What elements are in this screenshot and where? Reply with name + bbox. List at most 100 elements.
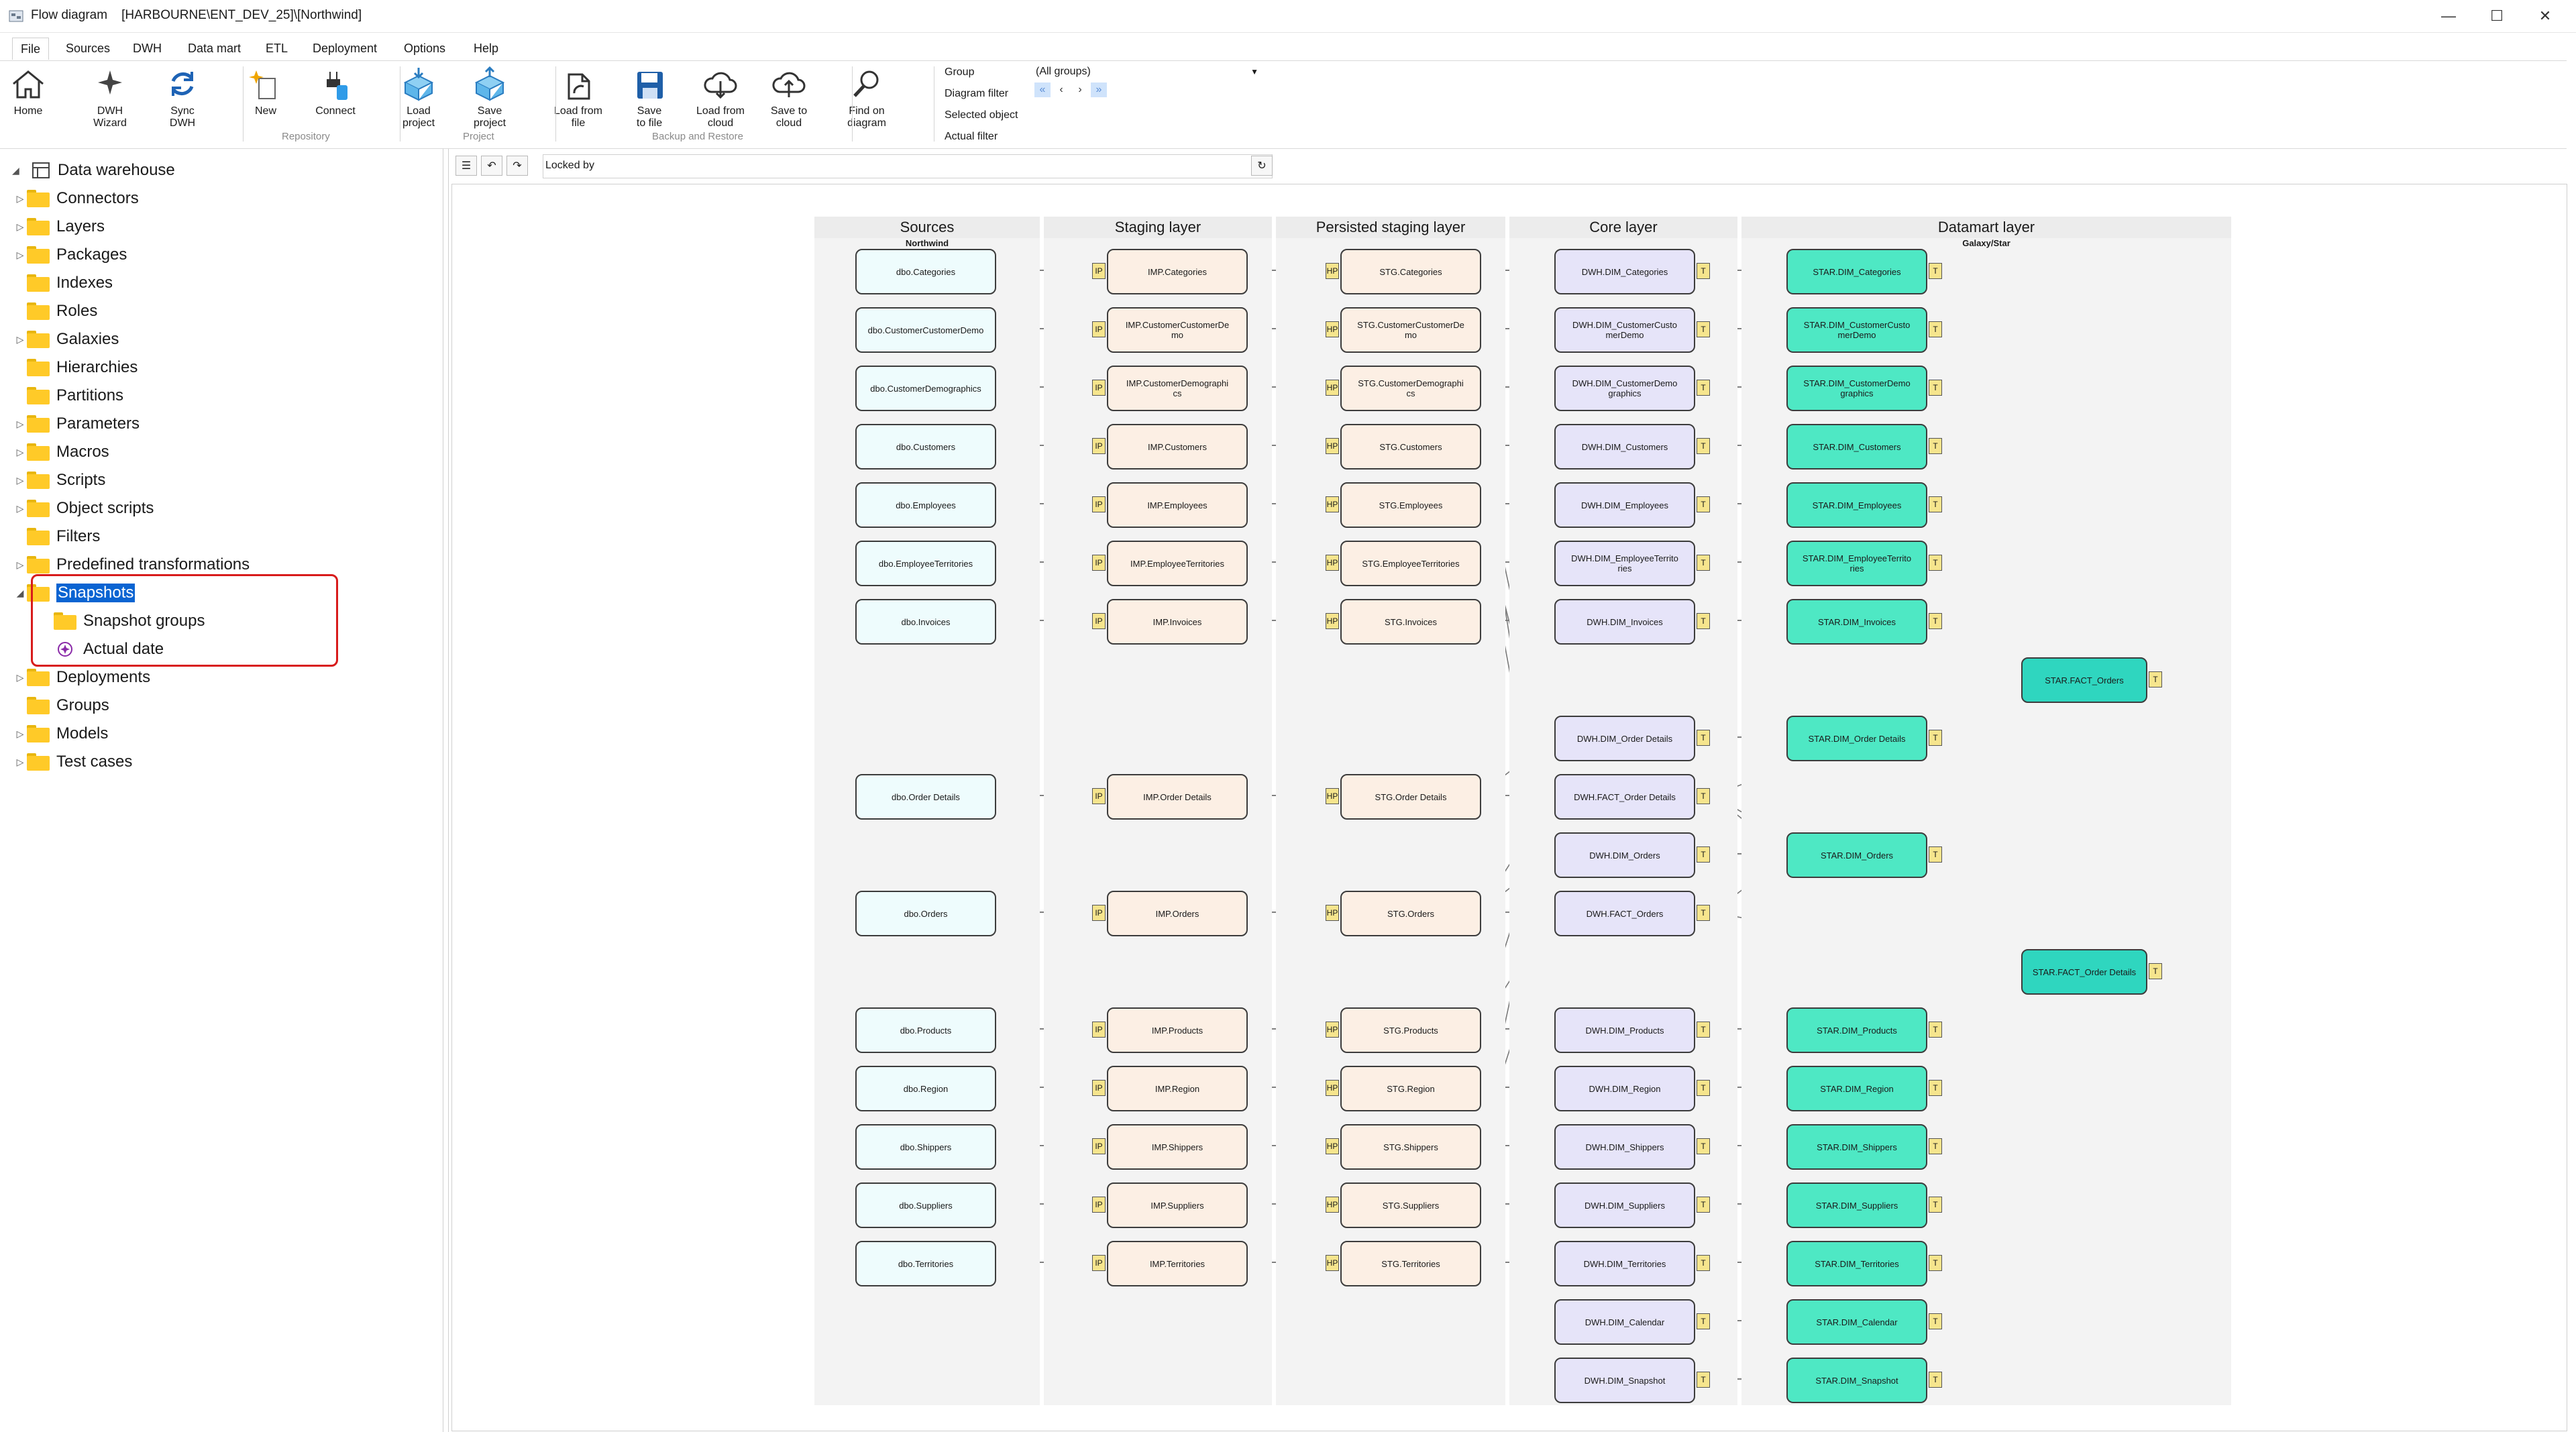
node-src[interactable]: dbo.EmployeeTerritories — [855, 541, 996, 586]
node-star[interactable]: STAR.DIM_Shippers — [1786, 1124, 1927, 1170]
node-stg[interactable]: STG.Products — [1340, 1007, 1481, 1053]
node-stg[interactable]: STG.Territories — [1340, 1241, 1481, 1286]
redo-icon[interactable]: ↷ — [506, 156, 528, 176]
collapse-icon[interactable]: ◢ — [12, 165, 25, 176]
refresh-icon[interactable]: ↻ — [1251, 156, 1273, 176]
node-dwh[interactable]: DWH.DIM_Orders — [1554, 832, 1695, 878]
node-src[interactable]: dbo.Territories — [855, 1241, 996, 1286]
node-dwh[interactable]: DWH.DIM_Categories — [1554, 249, 1695, 294]
tree-item-layers[interactable]: ▷ Layers — [0, 213, 443, 241]
node-dwh[interactable]: DWH.DIM_Region — [1554, 1066, 1695, 1111]
node-dwh[interactable]: DWH.DIM_Order Details — [1554, 716, 1695, 761]
node-star[interactable]: STAR.DIM_Territories — [1786, 1241, 1927, 1286]
node-stg[interactable]: STG.CustomerCustomerDe mo — [1340, 307, 1481, 353]
node-src[interactable]: dbo.Categories — [855, 249, 996, 294]
expand-icon[interactable]: ▷ — [13, 334, 27, 345]
tree-item-connectors[interactable]: ▷ Connectors — [0, 184, 443, 213]
tree-item-parameters[interactable]: ▷ Parameters — [0, 410, 443, 438]
expand-icon[interactable]: ▷ — [13, 672, 27, 683]
node-imp[interactable]: IMP.Territories — [1107, 1241, 1248, 1286]
node-stg[interactable]: STG.Invoices — [1340, 599, 1481, 645]
node-star[interactable]: STAR.DIM_Orders — [1786, 832, 1927, 878]
ribbon-button-sync[interactable]: Sync DWH — [156, 66, 209, 129]
node-stg[interactable]: STG.EmployeeTerritories — [1340, 541, 1481, 586]
menu-sources[interactable]: Sources — [58, 38, 118, 59]
undo-icon[interactable]: ↶ — [481, 156, 502, 176]
locked-by-field[interactable] — [543, 154, 1273, 178]
node-dwh[interactable]: DWH.FACT_Orders — [1554, 891, 1695, 936]
filter-nav-button[interactable]: » — [1091, 82, 1107, 97]
node-stg[interactable]: STG.CustomerDemographi cs — [1340, 366, 1481, 411]
expand-icon[interactable]: ▷ — [13, 221, 27, 233]
expand-icon[interactable]: ▷ — [13, 193, 27, 205]
node-src[interactable]: dbo.Orders — [855, 891, 996, 936]
node-star[interactable]: STAR.DIM_EmployeeTerrito ries — [1786, 541, 1927, 586]
menu-help[interactable]: Help — [466, 38, 506, 59]
ribbon-button-save-cloud[interactable]: Save to cloud — [762, 66, 816, 129]
node-src[interactable]: dbo.Suppliers — [855, 1182, 996, 1228]
node-stg[interactable]: STG.Shippers — [1340, 1124, 1481, 1170]
node-dwh[interactable]: DWH.DIM_Territories — [1554, 1241, 1695, 1286]
tree-item-filters[interactable]: Filters — [0, 522, 443, 551]
node-src[interactable]: dbo.Order Details — [855, 774, 996, 820]
tree-item-deployments[interactable]: ▷ Deployments — [0, 663, 443, 692]
tree-item-roles[interactable]: Roles — [0, 297, 443, 325]
node-src[interactable]: dbo.Region — [855, 1066, 996, 1111]
node-star[interactable]: STAR.DIM_Customers — [1786, 424, 1927, 470]
node-imp[interactable]: IMP.Shippers — [1107, 1124, 1248, 1170]
node-stg[interactable]: STG.Categories — [1340, 249, 1481, 294]
node-dwh[interactable]: DWH.FACT_Order Details — [1554, 774, 1695, 820]
node-imp[interactable]: IMP.Categories — [1107, 249, 1248, 294]
menu-file[interactable]: File — [12, 38, 50, 60]
ribbon-button-wizard[interactable]: DWH Wizard — [83, 66, 137, 129]
expand-icon[interactable]: ▷ — [13, 419, 27, 430]
node-imp[interactable]: IMP.Employees — [1107, 482, 1248, 528]
node-dwh[interactable]: DWH.DIM_Snapshot — [1554, 1358, 1695, 1403]
ribbon-button-save-project[interactable]: Save project — [463, 66, 517, 129]
node-dwh[interactable]: DWH.DIM_Products — [1554, 1007, 1695, 1053]
expand-icon[interactable]: ▷ — [13, 757, 27, 768]
node-stg[interactable]: STG.Orders — [1340, 891, 1481, 936]
node-stg[interactable]: STG.Order Details — [1340, 774, 1481, 820]
node-imp[interactable]: IMP.CustomerDemographi cs — [1107, 366, 1248, 411]
expand-icon[interactable]: ▷ — [13, 503, 27, 514]
ribbon-button-connect[interactable]: Connect — [309, 66, 362, 117]
node-dwh[interactable]: DWH.DIM_Shippers — [1554, 1124, 1695, 1170]
menu-dwh[interactable]: DWH — [125, 38, 170, 59]
menu-options[interactable]: Options — [396, 38, 453, 59]
group-select[interactable]: (All groups) ▼ — [1032, 64, 1263, 80]
node-src[interactable]: dbo.Products — [855, 1007, 996, 1053]
filter-nav-button[interactable]: « — [1034, 82, 1051, 97]
node-imp[interactable]: IMP.Order Details — [1107, 774, 1248, 820]
node-src[interactable]: dbo.CustomerDemographics — [855, 366, 996, 411]
node-imp[interactable]: IMP.Suppliers — [1107, 1182, 1248, 1228]
tree-item-models[interactable]: ▷ Models — [0, 720, 443, 748]
menu-deployment[interactable]: Deployment — [305, 38, 385, 59]
node-dwh[interactable]: DWH.DIM_EmployeeTerrito ries — [1554, 541, 1695, 586]
node-src[interactable]: dbo.CustomerCustomerDemo — [855, 307, 996, 353]
ribbon-button-save-file[interactable]: Save to file — [623, 66, 676, 129]
node-star[interactable]: STAR.DIM_Suppliers — [1786, 1182, 1927, 1228]
node-src[interactable]: dbo.Shippers — [855, 1124, 996, 1170]
expand-icon[interactable]: ▷ — [13, 559, 27, 571]
ribbon-button-new[interactable]: New — [239, 66, 292, 117]
node-fact[interactable]: STAR.FACT_Order Details — [2021, 949, 2147, 995]
node-dwh[interactable]: DWH.DIM_CustomerDemo graphics — [1554, 366, 1695, 411]
tree-item-hierarchies[interactable]: Hierarchies — [0, 353, 443, 382]
node-imp[interactable]: IMP.Region — [1107, 1066, 1248, 1111]
node-dwh[interactable]: DWH.DIM_Suppliers — [1554, 1182, 1695, 1228]
menu-data-mart[interactable]: Data mart — [180, 38, 249, 59]
tree-item-galaxies[interactable]: ▷ Galaxies — [0, 325, 443, 353]
ribbon-button-load-file[interactable]: Load from file — [545, 66, 612, 129]
node-star[interactable]: STAR.DIM_CustomerCusto merDemo — [1786, 307, 1927, 353]
node-dwh[interactable]: DWH.DIM_Customers — [1554, 424, 1695, 470]
outline-icon[interactable]: ☰ — [455, 156, 477, 176]
node-stg[interactable]: STG.Region — [1340, 1066, 1481, 1111]
ribbon-button-load-cloud[interactable]: Load from cloud — [687, 66, 754, 129]
node-star[interactable]: STAR.DIM_CustomerDemo graphics — [1786, 366, 1927, 411]
ribbon-button-home[interactable]: Home — [1, 66, 55, 117]
node-star[interactable]: STAR.DIM_Products — [1786, 1007, 1927, 1053]
filter-nav-button[interactable]: ‹ — [1053, 82, 1069, 97]
node-star[interactable]: STAR.DIM_Employees — [1786, 482, 1927, 528]
node-star[interactable]: STAR.DIM_Snapshot — [1786, 1358, 1927, 1403]
